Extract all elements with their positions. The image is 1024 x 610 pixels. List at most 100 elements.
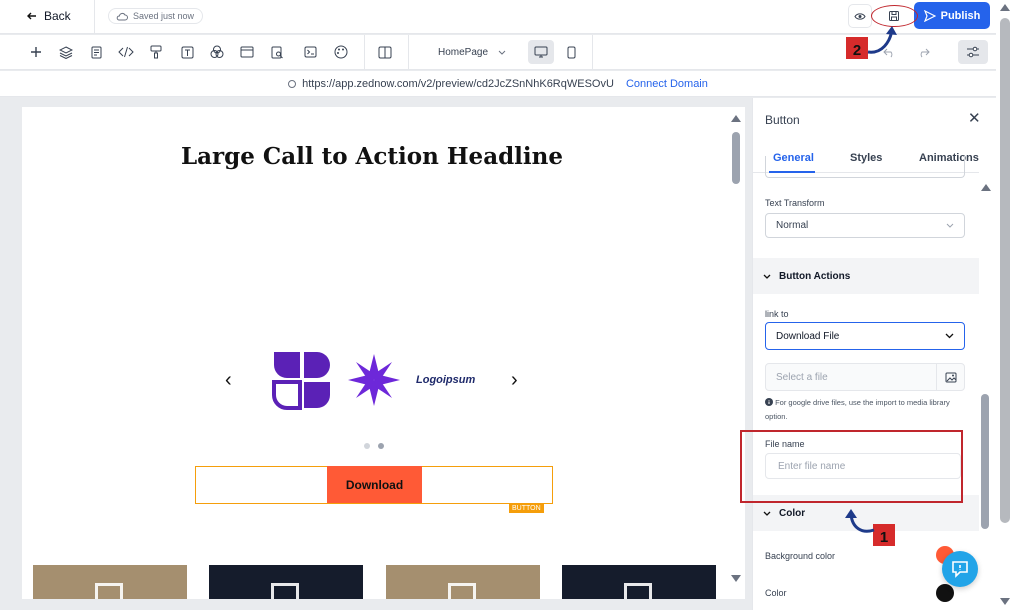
text-transform-label: Text Transform (765, 198, 825, 208)
search-page-icon[interactable] (268, 43, 286, 61)
link-to-label: link to (765, 309, 789, 319)
carousel-prev-icon[interactable]: ‹ (225, 369, 232, 392)
file-select-input[interactable]: Select a file (765, 363, 965, 391)
text-transform-select[interactable]: Normal (765, 213, 965, 238)
panel-title: Button (765, 113, 800, 127)
carousel-dot-active[interactable] (378, 443, 384, 449)
publish-button[interactable]: Publish (914, 2, 990, 29)
paint-roller-icon[interactable] (147, 43, 165, 61)
thumb-glyph-icon (95, 583, 123, 599)
settings-toggle-button[interactable] (958, 40, 988, 64)
text-transform-value: Normal (776, 220, 809, 231)
terminal-icon[interactable] (301, 43, 319, 61)
preview-url-bar: https://app.zednow.com/v2/preview/cd2JcZ… (0, 71, 996, 97)
cloud-check-icon (116, 12, 128, 20)
panel-scrollbar[interactable] (979, 172, 993, 610)
panel-scroll-thumb[interactable] (981, 394, 989, 529)
publish-label: Publish (940, 9, 981, 22)
color-label: Color (765, 588, 787, 598)
save-status-text: Saved just now (133, 11, 195, 21)
chat-bubble-icon (952, 561, 968, 578)
divider (408, 35, 409, 70)
gallery-thumb[interactable] (562, 565, 716, 599)
palette-icon[interactable] (332, 43, 350, 61)
drive-help-text: For google drive files, use the import t… (765, 396, 970, 424)
cut-off-field[interactable] (765, 156, 965, 178)
info-icon (765, 398, 773, 406)
thumb-glyph-icon (271, 583, 299, 599)
logo-carousel: Logoipsum (272, 350, 475, 410)
canvas-scroll-thumb[interactable] (732, 132, 740, 184)
save-status-badge: Saved just now (108, 8, 204, 24)
background-color-label: Background color (765, 551, 836, 561)
window-scroll-thumb[interactable] (1000, 18, 1010, 523)
eye-icon (854, 12, 866, 20)
chevron-down-icon (945, 333, 954, 339)
text-icon[interactable] (178, 43, 196, 61)
scroll-down-icon[interactable] (1000, 598, 1010, 605)
top-bar: Back Saved just now Publish (0, 0, 996, 34)
image-icon (945, 372, 956, 382)
back-button[interactable]: Back (26, 9, 71, 23)
scroll-down-icon[interactable] (731, 575, 741, 582)
preview-url[interactable]: https://app.zednow.com/v2/preview/cd2JcZ… (302, 78, 614, 90)
close-icon[interactable]: ✕ (968, 109, 981, 127)
download-button[interactable]: Download (327, 466, 422, 503)
chevron-down-icon (946, 223, 954, 228)
file-select-placeholder: Select a file (776, 372, 828, 383)
annotation-arrow-icon (867, 26, 897, 54)
logo-star-icon (348, 354, 400, 406)
scroll-up-icon[interactable] (1000, 4, 1010, 11)
columns-icon[interactable] (376, 43, 394, 61)
redo-icon[interactable] (914, 43, 932, 61)
mobile-view-button[interactable] (558, 40, 584, 64)
page-select[interactable]: HomePage (428, 41, 516, 63)
sliders-icon (967, 46, 979, 58)
drive-help-label: For google drive files, use the import t… (765, 398, 950, 421)
logo-blocks-icon (272, 352, 330, 410)
gallery-thumb[interactable] (386, 565, 540, 599)
window-scrollbar[interactable] (996, 0, 1024, 610)
add-icon[interactable] (27, 43, 45, 61)
annotation-step-badge: 1 (873, 524, 895, 546)
gallery-thumb[interactable] (33, 565, 187, 599)
code-icon[interactable] (117, 43, 135, 61)
scroll-up-icon[interactable] (981, 184, 991, 191)
chevron-down-icon (763, 511, 771, 516)
chat-support-button[interactable] (942, 551, 978, 587)
back-label: Back (44, 9, 71, 23)
link-to-select[interactable]: Download File (765, 322, 965, 350)
color-section-label: Color (779, 507, 806, 519)
button-actions-label: Button Actions (779, 270, 851, 282)
cta-headline[interactable]: Large Call to Action Headline (22, 143, 722, 170)
divider (592, 35, 593, 70)
connect-domain-link[interactable]: Connect Domain (626, 78, 708, 90)
canvas-scrollbar[interactable] (729, 107, 745, 599)
logoipsum-logo: Logoipsum (416, 374, 476, 386)
divider (94, 0, 95, 34)
layers-icon[interactable] (57, 43, 75, 61)
layout-icon[interactable] (238, 43, 256, 61)
desktop-view-button[interactable] (528, 40, 554, 64)
gallery-thumb[interactable] (209, 565, 363, 599)
button-actions-section[interactable]: Button Actions (753, 258, 979, 294)
thumb-glyph-icon (624, 583, 652, 599)
thumb-glyph-icon (448, 583, 476, 599)
arrow-left-icon (27, 12, 36, 20)
monitor-icon (534, 46, 548, 58)
pages-icon[interactable] (87, 43, 105, 61)
text-color-swatch[interactable] (936, 584, 954, 602)
smartphone-icon (567, 46, 575, 58)
scroll-up-icon[interactable] (731, 115, 741, 122)
media-library-button[interactable] (936, 364, 964, 390)
divider (364, 35, 365, 70)
chevron-down-icon (763, 274, 771, 279)
page-canvas: Large Call to Action Headline ‹ › Logoip… (22, 107, 745, 599)
annotation-arrow-icon (845, 509, 875, 533)
blend-icon[interactable] (208, 43, 226, 61)
carousel-dot[interactable] (364, 443, 370, 449)
link-to-value: Download File (776, 330, 840, 342)
element-type-tag: BUTTON (509, 504, 544, 513)
download-button-label: Download (345, 477, 404, 492)
carousel-next-icon[interactable]: › (511, 369, 518, 392)
